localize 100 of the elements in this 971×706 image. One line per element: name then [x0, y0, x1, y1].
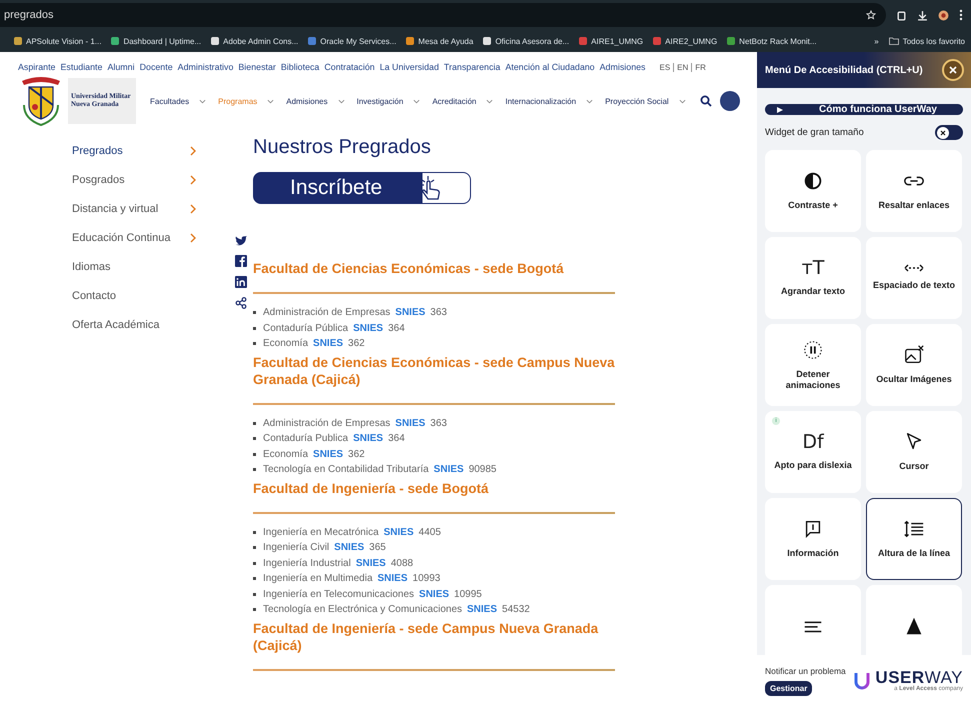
seal-icon[interactable] [720, 91, 740, 111]
bullet-icon [253, 608, 256, 612]
facebook-icon[interactable] [234, 255, 246, 267]
sidebar-item[interactable]: Posgrados [72, 165, 228, 194]
chevron-down-icon [586, 98, 594, 104]
menu-icon[interactable] [959, 9, 963, 21]
chevron-down-icon [267, 98, 274, 104]
bookmark-link[interactable]: AIRE1_UMNG [591, 36, 644, 46]
accessibility-option-tile[interactable]: Altura de la línea [866, 498, 962, 580]
accessibility-option-tile[interactable]: Cursor [866, 411, 962, 493]
language-link[interactable]: EN [673, 62, 692, 72]
bookmark-link[interactable]: Dashboard | Uptime... [123, 36, 202, 46]
bullet-icon [253, 577, 256, 580]
profile-icon[interactable] [938, 10, 949, 20]
nav-menu-item[interactable]: Facultades [150, 96, 206, 106]
how-it-works-button[interactable]: Cómo funciona UserWay [765, 104, 963, 115]
bookmark-link[interactable]: APSolute Vision - 1... [26, 36, 102, 46]
top-link[interactable]: La Universidad [380, 62, 439, 72]
sidebar-item[interactable]: Distancia y virtual [72, 194, 228, 223]
sidebar-item[interactable]: Oferta Académica [72, 310, 228, 339]
enroll-button[interactable]: Inscríbete [253, 172, 471, 204]
program-name: Economía [263, 338, 308, 350]
nav-menu-item[interactable]: Investigación [356, 96, 420, 106]
glyph-icon: тT [802, 258, 824, 278]
close-icon [940, 130, 946, 136]
bookmark-link[interactable]: Oracle My Services... [320, 36, 396, 46]
bookmark-link[interactable]: Oficina Asesora de... [495, 36, 570, 46]
snies-label: SNIES [378, 573, 408, 584]
accessibility-option-tile[interactable]: Detener animaciones [765, 324, 861, 406]
accessibility-option-tile[interactable] [765, 585, 861, 655]
program-name: Contaduría Publica [263, 433, 348, 444]
snies-label: SNIES [356, 558, 386, 569]
accessibility-option-tile[interactable]: Resaltar enlaces [866, 150, 962, 232]
program-name: Tecnología en Contabilidad Tributaría [263, 464, 429, 476]
sidebar-item[interactable]: Idiomas [72, 252, 228, 281]
program-name: Economía [263, 448, 308, 460]
snies-label: SNIES [353, 433, 384, 444]
snies-code: 10993 [412, 573, 440, 584]
linkedin-icon[interactable] [234, 276, 246, 288]
top-link[interactable]: Alumni [107, 62, 135, 72]
snies-code: 365 [369, 542, 386, 554]
snies-label: SNIES [467, 604, 498, 616]
top-link[interactable]: Bienestar [238, 62, 276, 72]
nav-menu-item[interactable]: Acreditación [432, 96, 494, 106]
nav-menu-item[interactable]: Admisiones [286, 96, 345, 106]
top-link[interactable]: Transparencia [444, 62, 500, 72]
snies-label: SNIES [419, 588, 450, 600]
program-name: Ingeniería en Multimedia [263, 573, 373, 584]
all-bookmarks-link[interactable]: Todos los favorito [902, 36, 965, 46]
top-link[interactable]: Aspirante [18, 62, 56, 72]
accessibility-option-tile[interactable]: Ocultar Imágenes [866, 324, 962, 406]
large-widget-toggle[interactable] [935, 125, 963, 140]
language-link[interactable]: ES [656, 62, 674, 72]
program-name: Administración de Empresas [263, 307, 390, 318]
more-bookmarks-button[interactable]: » [874, 36, 879, 46]
sidebar-item[interactable]: Pregrados [72, 136, 228, 165]
bullet-icon [253, 592, 256, 596]
top-link[interactable]: Atención al Ciudadano [505, 62, 595, 72]
sidebar-item[interactable]: Educación Continua [72, 223, 228, 252]
snies-code: 10995 [454, 588, 482, 600]
address-bar[interactable]: pregrados [0, 3, 886, 27]
snies-code: 4088 [390, 558, 414, 569]
faculty-heading: Facultad de Ingeniería - sede Campus Nueva Granada (Cajicá) [253, 620, 600, 654]
nav-menu-item[interactable]: Internacionalización [505, 96, 594, 106]
top-link[interactable]: Contratación [324, 62, 375, 72]
snies-code: 363 [430, 307, 447, 318]
bookmark-link[interactable]: Adobe Admin Cons... [223, 36, 298, 46]
accessibility-option-tile[interactable]: тT Agrandar texto [765, 237, 861, 319]
program-name: Ingeniería en Mecatrónica [263, 526, 379, 538]
top-link[interactable]: Administrativo [178, 62, 234, 72]
search-icon[interactable] [700, 95, 712, 107]
bookmark-link[interactable]: NetBotz Rack Monit... [739, 36, 817, 46]
chevron-down-icon [199, 98, 206, 104]
close-button[interactable] [942, 59, 964, 81]
extension-icon[interactable] [896, 10, 907, 20]
snies-code: 364 [388, 433, 405, 444]
accessibility-option-tile[interactable]: Espaciado de texto [866, 237, 962, 319]
accessibility-option-tile[interactable]: Información [765, 498, 861, 580]
download-icon[interactable] [917, 10, 928, 20]
bullet-icon [253, 530, 256, 534]
top-link[interactable]: Docente [140, 62, 173, 72]
accessibility-option-tile[interactable] [866, 585, 962, 655]
manage-button[interactable]: Gestionar [765, 680, 812, 696]
twitter-bird-icon[interactable] [234, 236, 246, 246]
star-icon[interactable] [866, 10, 876, 20]
top-link[interactable]: Estudiante [60, 62, 102, 72]
accessibility-option-tile[interactable]: Contraste + [765, 150, 861, 232]
bookmark-link[interactable]: Mesa de Ayuda [418, 36, 474, 46]
chevron-down-icon [338, 98, 345, 104]
program-name: Administración de Empresas [263, 418, 390, 429]
language-link[interactable]: FR [691, 62, 709, 72]
top-link[interactable]: Biblioteca [280, 62, 320, 72]
nav-menu-item[interactable]: Proyección Social [605, 96, 686, 106]
snies-code: 362 [348, 448, 365, 460]
top-link[interactable]: Admisiones [600, 62, 646, 72]
bookmark-link[interactable]: AIRE2_UMNG [665, 36, 718, 46]
chevron-down-icon [678, 98, 686, 104]
share-icon[interactable] [234, 297, 246, 309]
program-name: Ingeniería en Telecomunicaciones [263, 588, 414, 600]
sidebar-item[interactable]: Contacto [72, 281, 228, 310]
